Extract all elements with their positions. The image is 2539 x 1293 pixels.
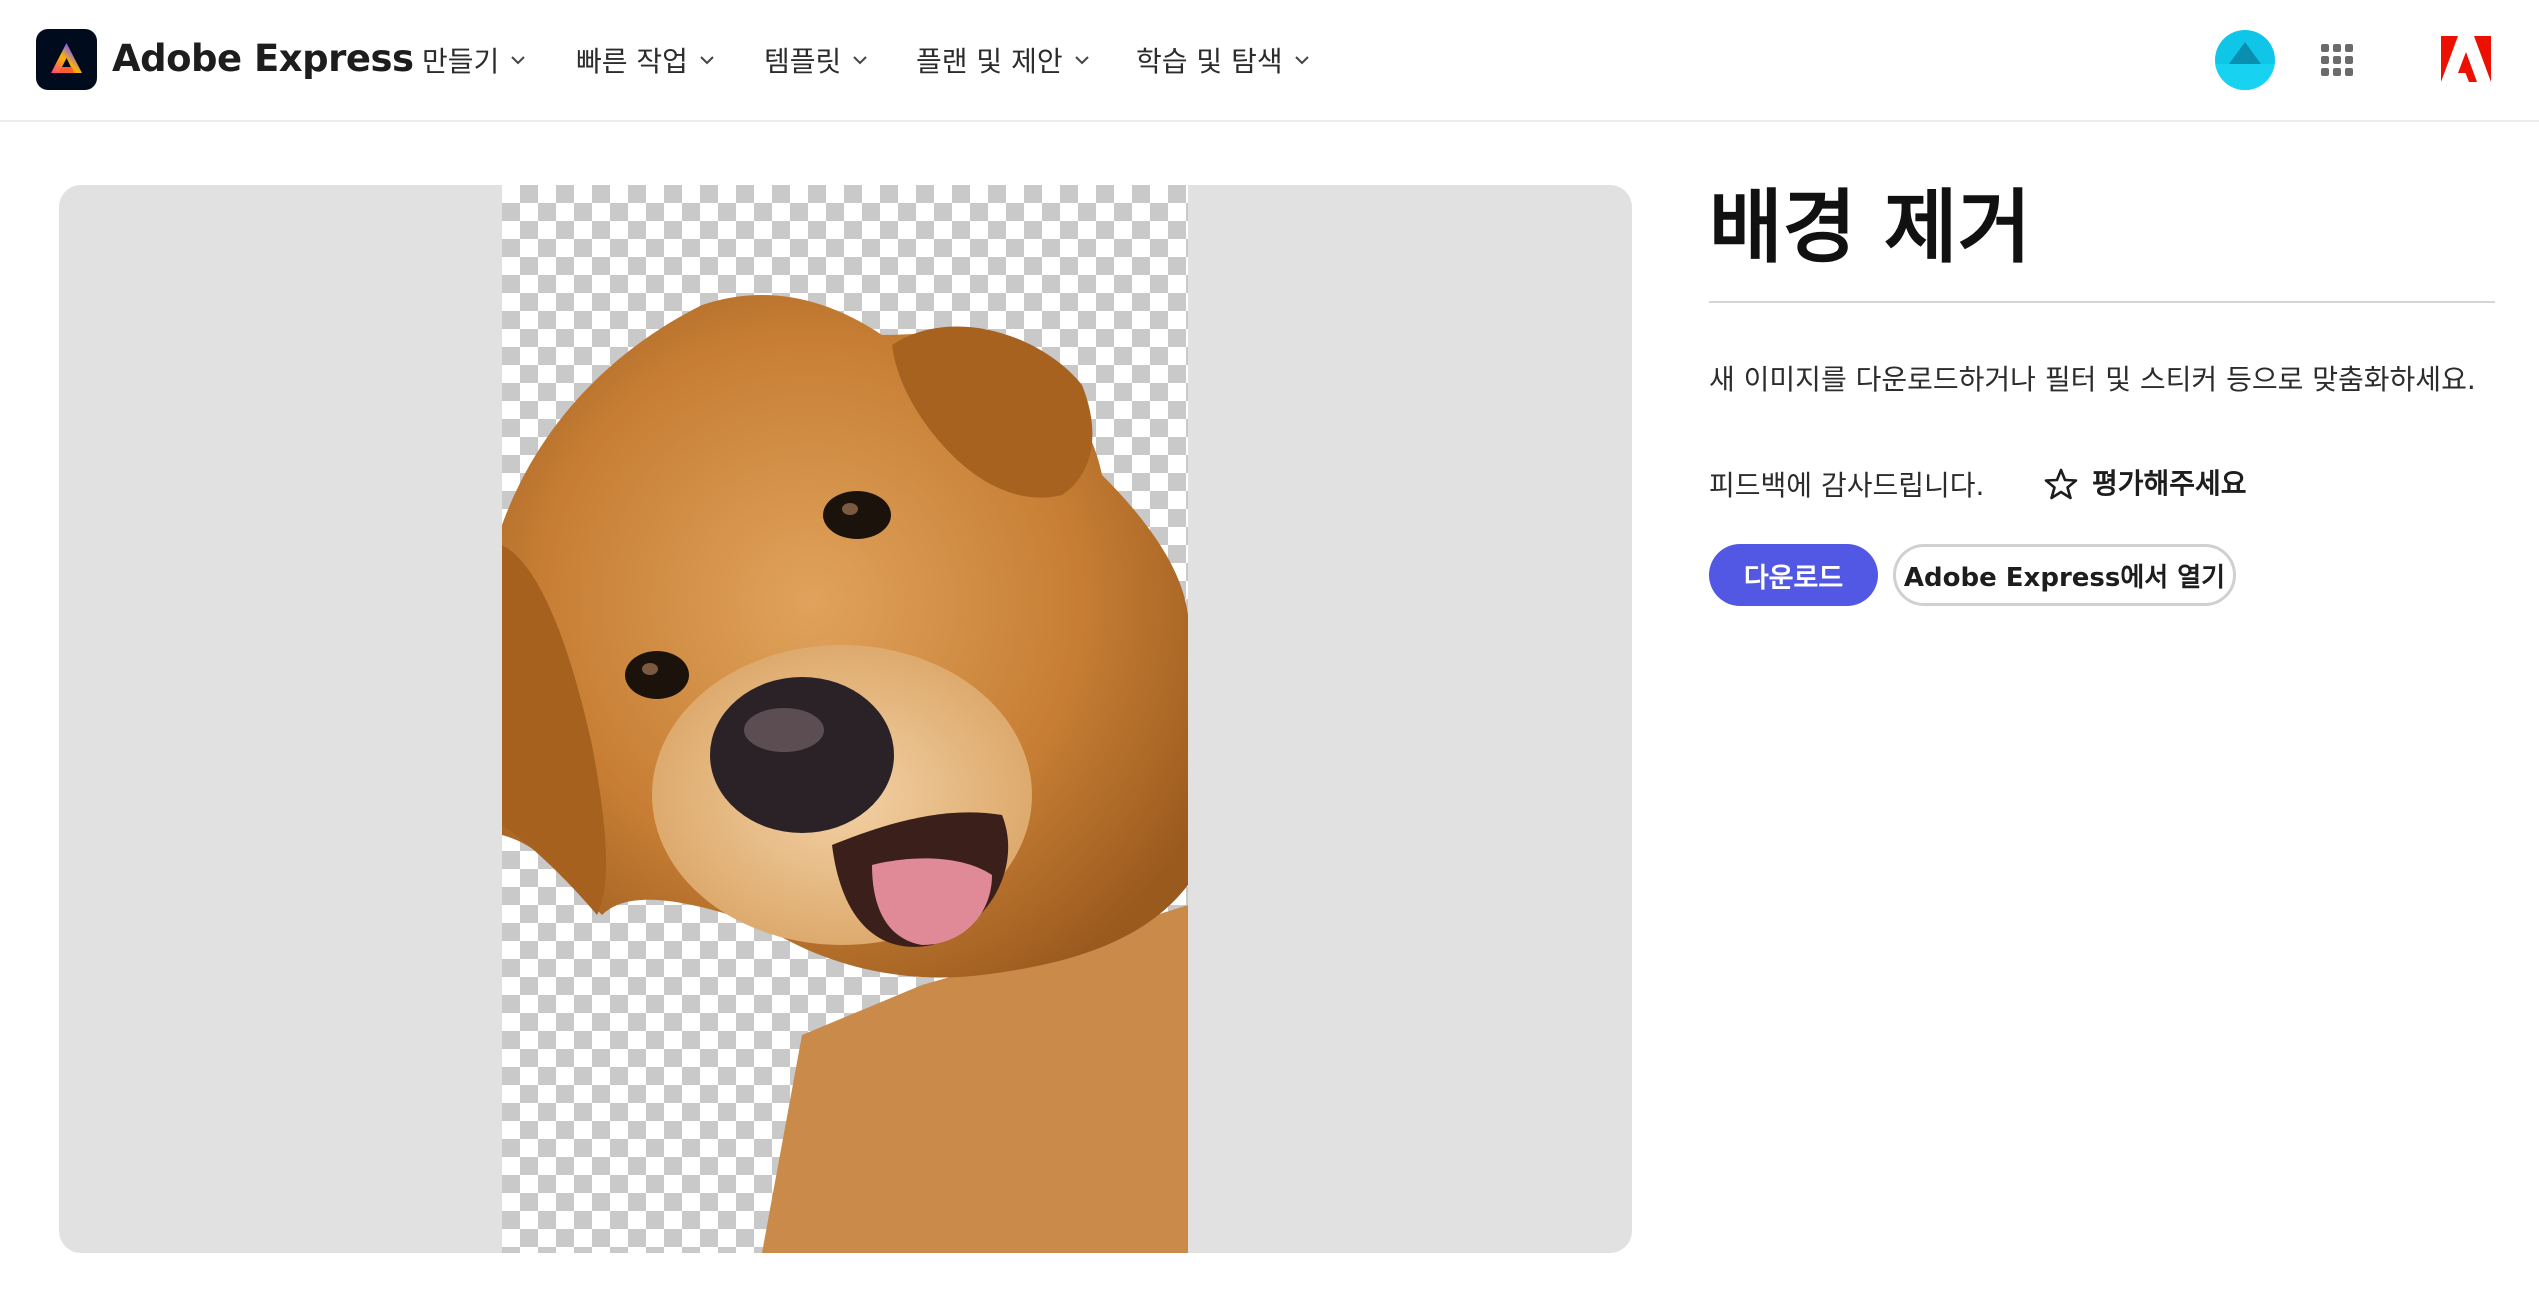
chevron-down-icon [511,56,525,65]
download-button[interactable]: 다운로드 [1709,544,1878,606]
nav-plans[interactable]: 플랜 및 제안 [916,38,1091,82]
top-navigation-bar: Adobe Express 만들기 빠른 작업 템플릿 플랜 및 제안 학습 및… [0,0,2539,122]
brand-name[interactable]: Adobe Express [112,33,414,85]
transparency-checkerboard [502,185,1188,1253]
nav-create[interactable]: 만들기 [422,38,527,82]
page-title: 배경 제거 [1709,181,2032,274]
dog-cutout-image [502,295,1188,1253]
adobe-express-logo-icon[interactable] [36,29,97,90]
nav-templates[interactable]: 템플릿 [764,38,869,82]
divider [1709,301,2495,303]
description-text: 새 이미지를 다운로드하거나 필터 및 스티커 등으로 맞춤화하세요. [1709,363,2476,396]
nav-templates-label: 템플릿 [764,45,842,78]
chevron-down-icon [1074,56,1089,65]
image-preview-panel [59,185,1632,1253]
nav-plans-label: 플랜 및 제안 [916,45,1063,78]
star-icon [2044,468,2078,500]
apps-grid-icon[interactable] [2321,44,2353,76]
nav-quick-actions-label: 빠른 작업 [576,45,688,78]
user-avatar[interactable] [2215,30,2275,90]
nav-quick-actions[interactable]: 빠른 작업 [576,38,716,82]
rate-label: 평가해주세요 [2092,467,2247,500]
nav-create-label: 만들기 [422,45,500,78]
chevron-down-icon [700,56,714,65]
feedback-thanks-text: 피드백에 감사드립니다. [1709,469,1985,502]
nav-learn[interactable]: 학습 및 탐색 [1136,38,1311,82]
open-in-express-button[interactable]: Adobe Express에서 열기 [1893,544,2236,606]
nav-learn-label: 학습 및 탐색 [1136,45,1283,78]
chevron-down-icon [853,56,867,65]
chevron-down-icon [1294,56,1309,65]
rate-button[interactable]: 평가해주세요 [2044,464,2247,504]
adobe-logo-icon[interactable] [2441,36,2491,82]
